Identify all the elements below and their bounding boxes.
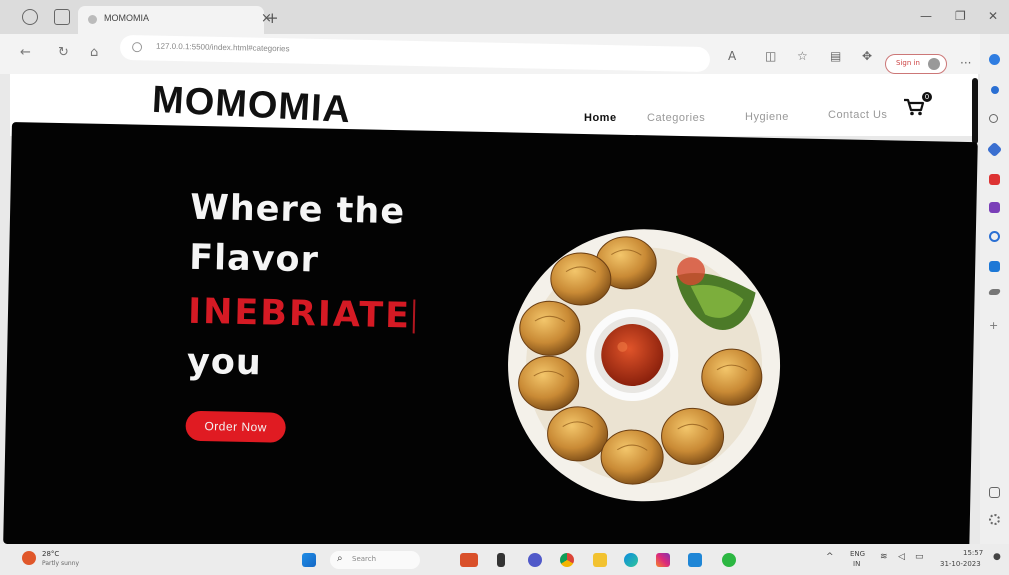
tab-actions-icon[interactable] [54,9,70,25]
hero-banner: Where the Flavor INEBRIATE you Order Now [3,122,978,565]
nav-categories[interactable]: Categories [647,112,705,124]
restore-icon[interactable]: ❐ [955,9,966,23]
show-hidden-icons-chevron-icon[interactable]: ^ [826,552,834,562]
add-sidebar-app-icon[interactable]: + [989,319,1000,332]
workspaces-icon[interactable] [22,9,38,25]
hero-highlight: INEBRIATE [188,292,416,337]
minimize-icon[interactable]: — [920,9,932,23]
browser-sidebar: + [980,34,1009,544]
nav-hygiene[interactable]: Hygiene [745,111,789,123]
outlook-icon[interactable] [989,261,1000,272]
weather-condition: Partly sunny [42,560,80,567]
browser-tab-bar: MOMOMIA × + — ❐ ✕ [0,0,1009,34]
windows-start-icon[interactable] [302,553,316,567]
windows-taskbar: 28°C Partly sunny ⌕ Search ^ ENG IN ≋ ◁ … [0,544,1009,575]
site-info-icon[interactable] [131,42,143,53]
games-icon[interactable] [989,202,1000,213]
edge-icon[interactable] [624,553,638,567]
browser-address-bar: ← ↻ ⌂ 127.0.0.1:5500/index.html#categori… [0,34,1009,74]
taskbar-search[interactable]: ⌕ Search [330,551,420,569]
order-now-button[interactable]: Order Now [185,410,286,443]
vscode-icon[interactable] [688,553,702,567]
settings-gear-icon[interactable] [989,514,1000,525]
sign-in-button[interactable]: Sign in [885,54,947,74]
nav-contact-us[interactable]: Contact Us [828,109,887,121]
chrome-icon[interactable] [560,553,574,567]
favorite-star-icon[interactable]: ☆ [797,49,808,63]
taskbar-search-placeholder: Search [352,555,377,563]
refresh-icon[interactable]: ↻ [58,45,69,60]
task-view-icon[interactable] [497,553,505,567]
whatsapp-icon[interactable] [722,553,736,567]
widgets-icon[interactable] [460,553,478,567]
collections-icon[interactable]: ▤ [830,49,841,63]
discover-icon[interactable] [991,86,999,94]
clock-time[interactable]: 15:57 [963,549,983,557]
new-tab-button[interactable]: + [266,9,279,27]
tab-favicon-icon [88,15,97,24]
sidebar-toggle-icon[interactable] [989,487,1000,498]
momo-plate-image [508,229,781,502]
volume-icon[interactable]: ◁ [898,552,905,562]
shopping-tag-icon[interactable] [986,141,1003,158]
microsoft365-icon[interactable] [989,231,1000,242]
close-window-icon[interactable]: ✕ [988,9,998,23]
site-logo[interactable]: MOMOMIA [151,79,352,132]
battery-icon[interactable]: ▭ [915,552,924,562]
teams-chat-icon[interactable] [528,553,542,567]
hero-line-2: Flavor [188,237,320,281]
file-explorer-icon[interactable] [593,553,607,567]
sign-in-label: Sign in [896,59,920,67]
search-icon[interactable] [989,114,998,123]
weather-sun-icon [22,551,36,565]
nav-home[interactable]: Home [584,112,617,124]
notification-bell-icon[interactable]: ● [993,552,1001,562]
copilot-icon[interactable] [989,54,1000,65]
profile-avatar-icon [928,58,940,70]
send-icon[interactable] [987,289,1002,295]
browser-tab-momomia[interactable]: MOMOMIA [78,6,264,34]
split-screen-icon[interactable]: ◫ [765,49,776,63]
language-bottom[interactable]: IN [853,560,860,568]
language-top[interactable]: ENG [850,550,865,558]
hero-line-1: Where the [189,187,406,233]
wifi-icon[interactable]: ≋ [880,552,888,562]
hero-highlight-text: INEBRIATE [187,291,412,337]
extensions-icon[interactable]: ✥ [862,49,872,63]
clock-date[interactable]: 31-10-2023 [940,560,981,568]
weather-temperature: 28°C [42,550,60,558]
tab-title: MOMOMIA [104,13,149,23]
cart-count-badge: 0 [922,92,932,102]
back-icon[interactable]: ← [20,45,31,60]
page-scrollbar[interactable] [972,78,978,144]
typing-caret [412,299,416,334]
url-text: 127.0.0.1:5500/index.html#categories [156,41,290,54]
more-options-icon[interactable]: ··· [960,56,971,70]
instagram-icon[interactable] [656,553,670,567]
webpage-viewport: MOMOMIA Home Categories Hygiene Contact … [3,74,978,565]
toolbox-icon[interactable] [989,174,1000,185]
cart-icon[interactable] [903,98,925,116]
hero-line-4: you [186,341,263,384]
search-icon: ⌕ [337,553,343,564]
url-field[interactable]: 127.0.0.1:5500/index.html#categories [119,34,711,73]
home-icon[interactable]: ⌂ [90,45,98,60]
read-aloud-icon[interactable]: A [728,49,736,63]
